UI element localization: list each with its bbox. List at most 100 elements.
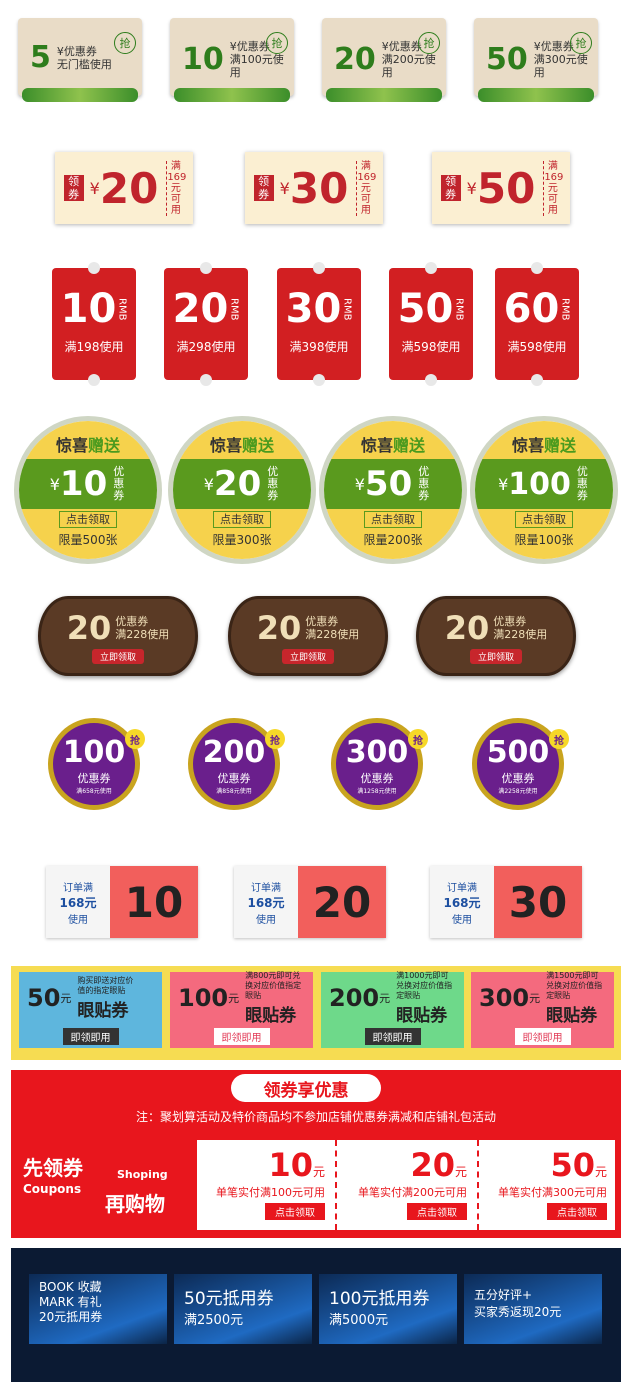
quantity-limit: 限量200张: [363, 533, 423, 547]
coupon-card[interactable]: 50 ¥优惠券 满300元使用抢: [474, 18, 598, 102]
grab-badge[interactable]: 抢: [125, 729, 145, 749]
ticket-coupon[interactable]: 订单满 168元 使用 20: [234, 866, 386, 938]
wood-coupon[interactable]: 20 优惠券 满228使用 立即领取: [38, 596, 198, 676]
coupon-condition: 单笔实付满100元可用: [216, 1186, 325, 1199]
coupon-condition: 满198使用: [64, 340, 124, 354]
grab-badge[interactable]: 抢: [265, 729, 285, 749]
grass-decoration: [326, 88, 442, 102]
claim-button[interactable]: 点击领取: [515, 511, 573, 528]
badge-coupon[interactable]: 300 优惠券 满1258元使用 抢: [331, 718, 428, 810]
coupon-unit: RMB: [559, 297, 571, 321]
voucher-card[interactable]: 100元抵用券 满5000元: [319, 1274, 457, 1344]
ticket-coupon[interactable]: 订单满 168元 使用 10: [46, 866, 198, 938]
ticket-coupon[interactable]: 订单满 168元 使用 30: [430, 866, 582, 938]
coupon-circle[interactable]: 惊喜 赠送 ¥100 优惠券 点击领取 限量100张: [470, 416, 618, 564]
grab-badge[interactable]: 抢: [408, 729, 428, 749]
coupon-type: 优惠券: [360, 772, 394, 785]
claim-button[interactable]: 点击领取: [364, 511, 422, 528]
coupon-condition: 无门槛使用: [56, 57, 112, 71]
badge-coupon[interactable]: 200 优惠券 满858元使用 抢: [188, 718, 285, 810]
coupon-amount: 10: [60, 286, 117, 332]
grab-badge[interactable]: 抢: [549, 729, 569, 749]
row1-coupons: 5 ¥优惠券 无门槛使用抢 10 ¥优惠券 满100元使用抢 20 ¥优惠券 满200元使用…: [16, 18, 616, 110]
use-now-button[interactable]: 即领即用: [514, 1027, 571, 1045]
eye-patch-coupon[interactable]: 50 元购买即送对应价值的指定眼贴 眼贴券 即领即用: [19, 972, 162, 1048]
coupon-amount: 200: [202, 735, 266, 770]
coupon-condition: 满658元使用: [76, 788, 112, 795]
coupon-type: 优惠券: [113, 465, 125, 502]
coupon-amount: 20: [99, 163, 159, 213]
grab-badge[interactable]: 抢: [570, 32, 592, 54]
coupon-card[interactable]: 领券 ¥20 满169元可用: [55, 152, 193, 224]
badge-coupon[interactable]: 100 优惠券 满658元使用 抢: [48, 718, 145, 810]
grab-badge[interactable]: 抢: [266, 32, 288, 54]
row4-coupons: 惊喜 赠送 ¥10 优惠券 点击领取 限量500张 惊喜 赠送 ¥20 优惠券 点击领取 限量300…: [14, 416, 624, 566]
coupon-type: 优惠券: [576, 465, 588, 502]
coupon-type: 优惠券: [115, 615, 149, 628]
coupon-condition: 满598使用: [401, 340, 461, 354]
coupon-item[interactable]: 20元 单笔实付满200元可用 点击领取: [339, 1140, 479, 1230]
coupon-circle[interactable]: 惊喜 赠送 ¥20 优惠券 点击领取 限量300张: [168, 416, 316, 564]
coupon-type: 眼贴券: [546, 1005, 598, 1026]
coupon-card[interactable]: 50 RMB 满598使用: [389, 262, 473, 386]
coupon-label: 领券: [253, 175, 274, 201]
coupon-circle[interactable]: 惊喜 赠送 ¥50 优惠券 点击领取 限量200张: [319, 416, 467, 564]
grab-badge[interactable]: 抢: [114, 32, 136, 54]
coupon-condition: 满858元使用: [216, 788, 252, 795]
coupon-amount: 30: [289, 163, 349, 213]
claim-button[interactable]: 点击领取: [547, 1203, 607, 1220]
coupon-amount: 20: [410, 1146, 455, 1184]
card-line2: MARK 有礼: [39, 1295, 102, 1309]
coupon-condition: 满169元可用: [166, 160, 187, 216]
coupon-item[interactable]: 50元 单笔实付满300元可用 点击领取: [481, 1140, 615, 1230]
grab-badge[interactable]: 抢: [418, 32, 440, 54]
wood-coupon[interactable]: 20 优惠券 满228使用 立即领取: [228, 596, 388, 676]
coupon-item[interactable]: 10元 单笔实付满100元可用 点击领取: [201, 1140, 337, 1230]
claim-button[interactable]: 立即领取: [281, 649, 334, 664]
coupon-card[interactable]: 领券 ¥50 满169元可用: [432, 152, 570, 224]
coupon-unit: 元: [594, 1165, 607, 1179]
coupon-card[interactable]: 60 RMB 满598使用: [495, 262, 579, 386]
claim-button[interactable]: 点击领取: [213, 511, 271, 528]
coupon-card[interactable]: 20 ¥优惠券 满200元使用抢: [322, 18, 446, 102]
coupon-card[interactable]: 5 ¥优惠券 无门槛使用抢: [18, 18, 142, 102]
claim-button[interactable]: 点击领取: [407, 1203, 467, 1220]
coupon-amount: 60: [503, 286, 560, 332]
claim-button[interactable]: 点击领取: [265, 1203, 325, 1220]
coupon-circle[interactable]: 惊喜 赠送 ¥10 优惠券 点击领取 限量500张: [14, 416, 162, 564]
use-now-button[interactable]: 即领即用: [62, 1027, 119, 1045]
coupon-unit: 元: [529, 992, 541, 1005]
row5-coupons: 20 优惠券 满228使用 立即领取 20 优惠券 满228使用 立即领取 20 优惠券 满22…: [38, 596, 598, 682]
coupon-amount: 100: [178, 984, 229, 1012]
card-line3: 20元抵用券: [39, 1310, 103, 1324]
currency-symbol: ¥: [498, 474, 509, 494]
voucher-card[interactable]: 50元抵用券 满2500元: [174, 1274, 312, 1344]
coupon-card[interactable]: 领券 ¥30 满169元可用: [245, 152, 383, 224]
eye-patch-coupon[interactable]: 200 元满1000元即可兑换对应价值指定眼贴 眼贴券 即领即用: [321, 971, 464, 1048]
coupon-card[interactable]: 10 RMB 满198使用: [52, 262, 136, 386]
coupon-card[interactable]: 30 RMB 满398使用: [277, 262, 361, 386]
use-now-button[interactable]: 即领即用: [364, 1027, 421, 1045]
order-label: 订单满: [63, 882, 93, 894]
bookmark-card[interactable]: BOOK 收藏 MARK 有礼 20元抵用券: [29, 1274, 167, 1344]
claim-button[interactable]: 点击领取: [59, 511, 117, 528]
coupon-amount: 300: [479, 984, 530, 1012]
eye-patch-coupon[interactable]: 300 元满1500元即可兑换对应价值指定眼贴 眼贴券 即领即用: [471, 971, 614, 1048]
currency-symbol: ¥: [279, 178, 290, 198]
coupon-card[interactable]: 10 ¥优惠券 满100元使用抢: [170, 18, 294, 102]
review-card[interactable]: 五分好评+ 买家秀返现20元: [464, 1274, 602, 1344]
coupon-unit: RMB: [453, 297, 465, 321]
claim-button[interactable]: 立即领取: [469, 649, 522, 664]
coupon-condition: 满169元可用: [543, 160, 564, 216]
eye-patch-coupon[interactable]: 100 元满800元即可兑换对应价值指定眼贴 眼贴券 即领即用: [170, 971, 313, 1048]
currency-symbol: ¥: [203, 474, 214, 494]
coupon-amount: 5: [30, 40, 51, 75]
use-now-button[interactable]: 即领即用: [213, 1027, 270, 1045]
card-line1: 100元抵用券: [329, 1289, 430, 1309]
coupon-card[interactable]: 20 RMB 满298使用: [164, 262, 248, 386]
badge-coupon[interactable]: 500 优惠券 满2258元使用 抢: [472, 718, 569, 810]
wood-coupon[interactable]: 20 优惠券 满228使用 立即领取: [416, 596, 576, 676]
coupon-type: 优惠券: [493, 615, 527, 628]
claim-button[interactable]: 立即领取: [91, 649, 144, 664]
notch: [88, 374, 100, 386]
